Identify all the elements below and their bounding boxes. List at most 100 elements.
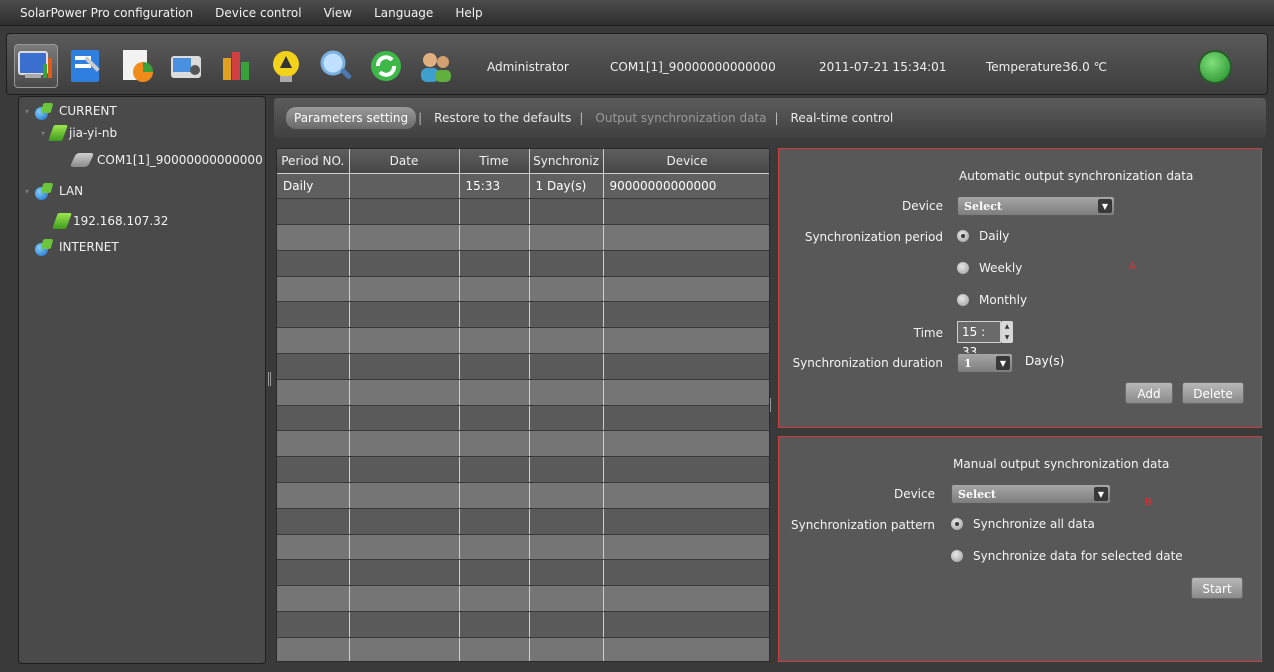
camera-icon[interactable] — [164, 44, 208, 88]
table-cell — [349, 559, 460, 587]
start-button[interactable]: Start — [1191, 577, 1243, 599]
table-cell — [349, 276, 460, 303]
radio-dot-icon — [957, 262, 969, 274]
table-cell — [459, 327, 530, 355]
table-row[interactable] — [277, 276, 769, 303]
warning-icon[interactable] — [264, 44, 308, 88]
add-button[interactable]: Add — [1125, 382, 1173, 404]
delete-button[interactable]: Delete — [1182, 382, 1244, 404]
duration-select[interactable]: 1 ▼ — [957, 353, 1013, 373]
table-row[interactable] — [277, 585, 769, 613]
network-globe-icon — [35, 183, 55, 200]
col-header-date[interactable]: Date — [349, 149, 460, 174]
table-row[interactable] — [277, 482, 769, 509]
table-cell — [277, 508, 350, 535]
data-chart-icon[interactable] — [214, 44, 258, 88]
table-cell — [277, 198, 350, 226]
table-cell — [349, 430, 460, 458]
table-row[interactable] — [277, 508, 769, 535]
refresh-icon[interactable] — [364, 44, 408, 88]
manual-device-select[interactable]: Select ▼ — [951, 484, 1111, 504]
menu-view[interactable]: View — [324, 6, 352, 20]
auto-sync-title: Automatic output synchronization data — [959, 169, 1194, 183]
menu-device-control[interactable]: Device control — [215, 6, 301, 20]
table-cell — [277, 224, 350, 251]
monitor-icon[interactable] — [14, 44, 58, 88]
temperature-value: 36.0 ℃ — [1063, 60, 1108, 74]
tab-restore-defaults[interactable]: Restore to the defaults — [428, 107, 577, 129]
table-cell — [529, 637, 604, 661]
expand-arrow-icon[interactable]: ▾ — [25, 107, 35, 116]
tab-separator: | — [579, 111, 584, 125]
table-cell — [603, 559, 769, 587]
table-cell — [603, 198, 769, 226]
col-header-synchroniz[interactable]: Synchroniz — [529, 149, 604, 174]
table-cell — [529, 250, 604, 277]
table-row[interactable] — [277, 611, 769, 638]
radio-monthly-label: Monthly — [979, 293, 1028, 307]
tab-parameters-setting[interactable]: Parameters setting — [286, 107, 417, 129]
table-row[interactable] — [277, 301, 769, 329]
tree-node-ip[interactable]: 192.168.107.32 — [52, 213, 168, 229]
table-row[interactable] — [277, 198, 769, 226]
table-row[interactable] — [277, 430, 769, 458]
col-header-period[interactable]: Period NO. — [277, 149, 350, 174]
auto-device-select[interactable]: Select ▼ — [957, 196, 1115, 216]
time-input[interactable]: 15 : 33 — [957, 321, 1001, 359]
radio-daily-label: Daily — [979, 229, 1010, 243]
table-row[interactable] — [277, 379, 769, 406]
radio-sync-all[interactable]: Synchronize all data — [951, 517, 1095, 531]
spin-up-icon[interactable]: ▲ — [1001, 321, 1013, 332]
tree-node-internet[interactable]: INTERNET — [35, 239, 119, 256]
report-icon[interactable] — [114, 44, 158, 88]
cell-date — [349, 173, 460, 200]
menu-help[interactable]: Help — [455, 6, 482, 20]
tab-real-time-control[interactable]: Real-time control — [785, 107, 900, 129]
panel-splitter-handle[interactable] — [268, 372, 271, 386]
table-cell — [603, 534, 769, 561]
menu-solarpower-config[interactable]: SolarPower Pro configuration — [20, 6, 193, 20]
table-row[interactable] — [277, 224, 769, 251]
tree-node-lan[interactable]: ▾ LAN — [25, 183, 83, 200]
search-icon[interactable] — [314, 44, 358, 88]
tree-node-host[interactable]: ▾ jia-yi-nb — [41, 125, 117, 141]
expand-arrow-icon[interactable]: ▾ — [25, 187, 35, 196]
time-spinner[interactable]: ▲ ▼ — [1001, 321, 1013, 343]
table-cell — [603, 405, 769, 432]
users-icon[interactable] — [414, 44, 458, 88]
tree-node-current[interactable]: ▾ CURRENT — [25, 103, 117, 120]
table-cell — [277, 353, 350, 380]
radio-weekly[interactable]: Weekly — [957, 261, 1022, 275]
table-cell — [603, 456, 769, 484]
table-row[interactable] — [277, 559, 769, 587]
annotation-mark-b: B — [1145, 497, 1152, 508]
table-row[interactable] — [277, 405, 769, 432]
table-cell — [529, 430, 604, 458]
cell-device: 90000000000000 — [603, 173, 769, 200]
computer-node-icon — [52, 213, 72, 229]
table-row[interactable] — [277, 327, 769, 355]
table-row[interactable] — [277, 456, 769, 484]
radio-sync-selected-date[interactable]: Synchronize data for selected date — [951, 549, 1183, 563]
radio-daily[interactable]: Daily — [957, 229, 1009, 243]
spin-down-icon[interactable]: ▼ — [1001, 332, 1013, 343]
table-cell — [349, 327, 460, 355]
table-row[interactable] — [277, 353, 769, 380]
table-cell — [459, 379, 530, 406]
col-header-device[interactable]: Device — [603, 149, 769, 174]
table-row[interactable] — [277, 250, 769, 277]
tab-output-sync-data[interactable]: Output synchronization data — [589, 107, 772, 129]
tree-node-device[interactable]: COM1[1]_90000000000000 — [69, 153, 263, 167]
table-cell — [603, 327, 769, 355]
table-cell — [529, 534, 604, 561]
menu-language[interactable]: Language — [374, 6, 433, 20]
table-row[interactable] — [277, 534, 769, 561]
radio-monthly[interactable]: Monthly — [957, 293, 1027, 307]
table-row[interactable]: Daily 15:33 1 Day(s) 90000000000000 — [277, 173, 769, 200]
table-row[interactable] — [277, 637, 769, 661]
table-cell — [277, 327, 350, 355]
table-cell — [603, 508, 769, 535]
settings-tools-icon[interactable] — [64, 44, 108, 88]
table-cell — [603, 585, 769, 613]
col-header-time[interactable]: Time — [459, 149, 530, 174]
